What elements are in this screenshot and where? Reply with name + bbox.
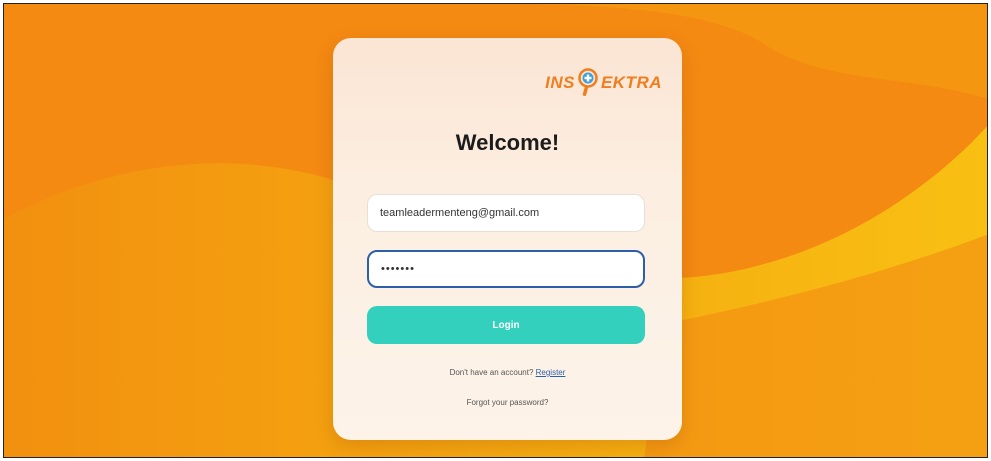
email-field[interactable]: teamleadermenteng@gmail.com bbox=[367, 194, 645, 232]
register-prompt-line: Don't have an account? Register bbox=[333, 368, 682, 377]
logo-text-left: INS bbox=[545, 73, 575, 92]
password-field[interactable]: ••••••• bbox=[367, 250, 645, 288]
magnifier-plus-icon bbox=[578, 68, 598, 96]
register-link[interactable]: Register bbox=[536, 368, 566, 377]
page-title: Welcome! bbox=[455, 130, 560, 155]
login-button[interactable]: Login bbox=[367, 306, 645, 344]
login-card: INS EKTRA Welcome! teamleadermenteng@gma… bbox=[333, 38, 682, 440]
logo-text-right: EKTRA bbox=[600, 73, 662, 92]
register-prompt: Don't have an account? bbox=[449, 368, 534, 377]
app-frame: INS EKTRA Welcome! teamleadermenteng@gma… bbox=[3, 3, 988, 458]
forgot-password-link[interactable]: Forgot your password? bbox=[333, 398, 682, 407]
brand-logo: INS EKTRA bbox=[545, 68, 662, 98]
